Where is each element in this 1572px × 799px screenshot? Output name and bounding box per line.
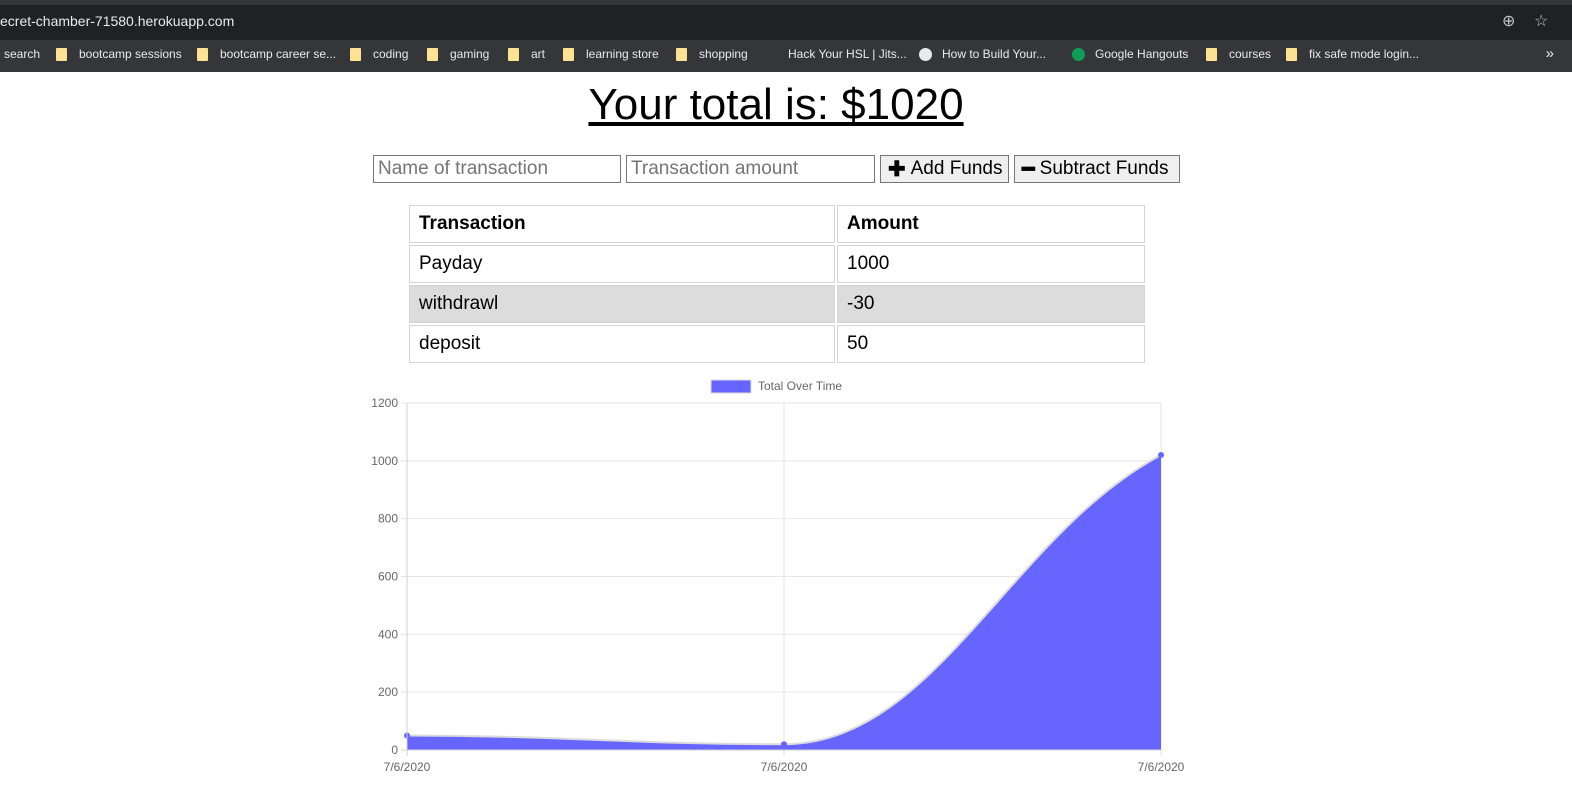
folder-icon [563, 47, 574, 61]
transactions-table: Transaction Amount Payday 1000 withdrawl… [407, 203, 1147, 365]
y-tick-label: 800 [378, 512, 398, 526]
bookmark-label: art [531, 47, 546, 61]
bookmark-star-icon[interactable]: ☆ [1534, 11, 1548, 31]
data-point [781, 741, 787, 748]
table-header-row: Transaction Amount [409, 205, 1145, 243]
transaction-name-cell: deposit [409, 325, 835, 363]
bookmark-label: How to Build Your... [942, 47, 1047, 61]
table-row: deposit 50 [409, 325, 1145, 363]
legend-label: Total Over Time [758, 379, 842, 393]
bookmark-hack-your-hsl[interactable]: Hack Your HSL | Jits... [788, 47, 907, 61]
bookmark-label: coding [373, 47, 409, 61]
y-tick-label: 200 [378, 685, 398, 699]
transaction-name-cell: withdrawl [409, 285, 835, 323]
bookmarks-bar: search bootcamp sessions bootcamp career… [0, 40, 1572, 72]
y-tick-label: 1200 [371, 396, 398, 410]
transaction-name-cell: Payday [409, 245, 835, 283]
bookmark-gaming[interactable]: gaming [427, 47, 489, 61]
globe-icon [919, 47, 932, 61]
folder-icon [350, 47, 361, 61]
table-row: Payday 1000 [409, 245, 1145, 283]
bookmark-learning-store[interactable]: learning store [563, 47, 659, 61]
bookmark-label: fix safe mode login... [1309, 47, 1420, 61]
x-tick-label: 7/6/2020 [761, 760, 808, 774]
bookmark-label: bootcamp sessions [79, 47, 182, 61]
subtract-funds-button[interactable]: ━ Subtract Funds [1014, 155, 1180, 183]
folder-icon [676, 47, 687, 61]
add-funds-label: Add Funds [910, 158, 1003, 179]
total-over-time-chart: 0 200 400 600 800 1000 1200 7/6/2020 7/6/2020 7/6… [371, 379, 1185, 774]
bookmark-label: learning store [586, 47, 659, 61]
data-point [1158, 452, 1164, 459]
y-tick-label: 400 [378, 627, 398, 641]
bookmark-shopping[interactable]: shopping [676, 47, 748, 61]
x-tick-label: 7/6/2020 [384, 760, 431, 774]
bookmark-courses[interactable]: courses [1206, 47, 1271, 61]
transaction-name-input[interactable] [373, 155, 621, 183]
folder-icon [197, 47, 208, 61]
header-transaction: Transaction [409, 205, 835, 243]
bookmark-label: shopping [699, 47, 748, 61]
transaction-amount-cell: -30 [837, 285, 1145, 323]
folder-icon [1206, 47, 1217, 61]
x-tick-label: 7/6/2020 [1138, 760, 1185, 774]
bookmark-label: Google Hangouts [1095, 47, 1189, 61]
minus-icon: ━ [1022, 157, 1035, 181]
bookmark-search[interactable]: search [4, 47, 40, 61]
page-title: Your total is: $1020 [588, 80, 964, 129]
y-tick-label: 600 [378, 570, 398, 584]
bookmark-label: bootcamp career se... [220, 47, 337, 61]
add-tab-icon[interactable]: ⊕ [1502, 11, 1515, 31]
folder-icon [56, 47, 67, 61]
bookmark-how-to-build[interactable]: How to Build Your... [919, 47, 1046, 61]
bookmark-label: search [4, 47, 41, 61]
bookmark-label: Hack Your HSL | Jits... [788, 47, 907, 61]
bookmark-bootcamp-career[interactable]: bootcamp career se... [197, 47, 336, 61]
bookmark-label: gaming [450, 47, 490, 61]
header-amount: Amount [837, 205, 1145, 243]
url-text[interactable]: ecret-chamber-71580.herokuapp.com [0, 13, 234, 29]
bookmark-coding[interactable]: coding [350, 47, 408, 61]
hangouts-icon [1072, 47, 1085, 61]
table-row: withdrawl -30 [409, 285, 1145, 323]
transaction-amount-cell: 1000 [837, 245, 1145, 283]
transaction-amount-input[interactable] [626, 155, 875, 183]
address-bar[interactable]: ecret-chamber-71580.herokuapp.com ⊕ ☆ [0, 0, 1572, 40]
folder-icon [1286, 47, 1297, 61]
legend-swatch [710, 379, 752, 394]
add-funds-button[interactable]: ✚ Add Funds [880, 155, 1009, 183]
folder-icon [508, 47, 519, 61]
y-tick-label: 1000 [371, 454, 398, 468]
y-tick-label: 0 [391, 743, 398, 757]
bookmark-bootcamp-sessions[interactable]: bootcamp sessions [56, 47, 182, 61]
bookmark-label: courses [1229, 47, 1272, 61]
transaction-amount-cell: 50 [837, 325, 1145, 363]
bookmark-art[interactable]: art [508, 47, 545, 61]
bookmark-google-hangouts[interactable]: Google Hangouts [1072, 47, 1188, 61]
more-bookmarks-icon[interactable]: » [1546, 45, 1554, 62]
subtract-funds-label: Subtract Funds [1039, 158, 1169, 179]
folder-icon [427, 47, 438, 61]
plus-icon: ✚ [888, 157, 906, 181]
bookmark-fix-safe-mode[interactable]: fix safe mode login... [1286, 47, 1419, 61]
